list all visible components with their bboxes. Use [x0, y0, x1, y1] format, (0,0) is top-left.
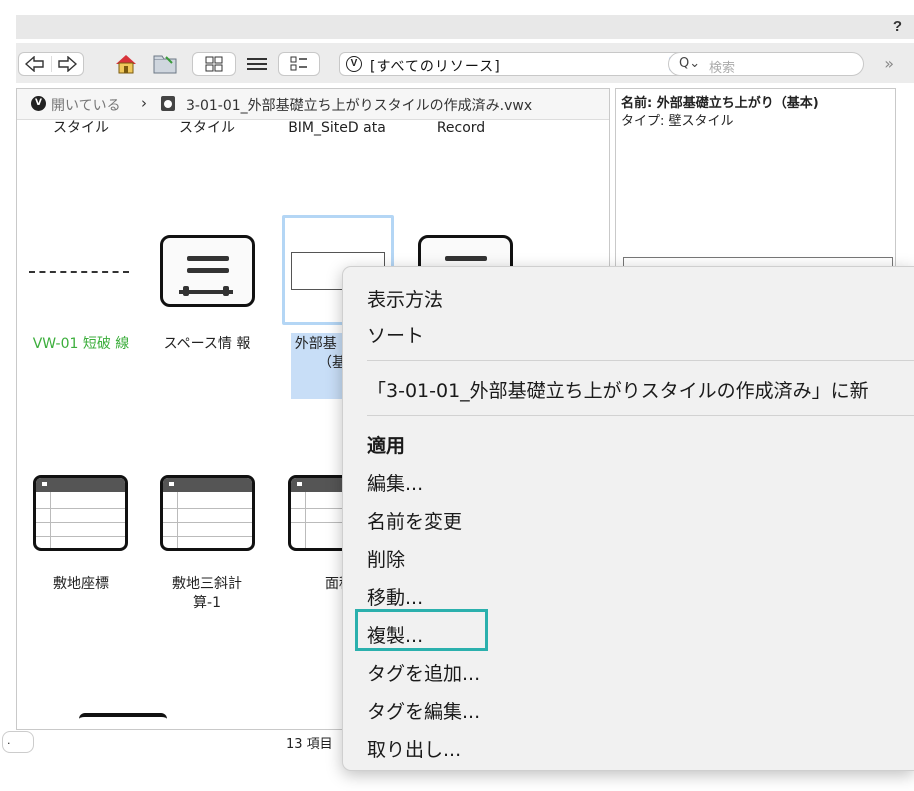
menu-item-delete[interactable]: 削除 — [367, 545, 405, 572]
resource-item[interactable]: スペース情 報 — [157, 335, 257, 354]
status-pill[interactable]: . — [2, 731, 34, 753]
grid-view-icon[interactable] — [192, 52, 236, 76]
item-count: 13 項目 — [286, 737, 333, 752]
document-icon — [161, 96, 175, 111]
worksheet-thumbnail[interactable] — [160, 475, 255, 551]
resource-item[interactable]: VW-01 短破 線 — [31, 335, 131, 354]
breadcrumb-separator: › — [141, 94, 147, 112]
resource-item[interactable]: スタイル — [31, 119, 131, 138]
resource-item[interactable]: BIM_SiteD ata — [279, 119, 395, 138]
dashed-line-preview[interactable] — [29, 271, 129, 273]
resource-type: タイプ: 壁スタイル — [621, 114, 734, 129]
detail-view-icon[interactable] — [278, 52, 320, 76]
context-menu: 表示方法 ソート 「3-01-01_外部基礎立ち上がりスタイルの作成済み」に新 … — [342, 266, 914, 771]
menu-item-move[interactable]: 移動... — [367, 583, 423, 610]
menu-item-apply[interactable]: 適用 — [367, 431, 405, 458]
resource-name: 名前: 外部基礎立ち上がり（基本) — [621, 96, 819, 111]
search-field[interactable]: Q⌄ 検索 — [668, 52, 864, 76]
space-record-thumbnail[interactable] — [160, 235, 255, 307]
vectorworks-logo-icon: V — [346, 56, 362, 72]
search-placeholder: 検索 — [709, 61, 736, 76]
menu-item-edit-tag[interactable]: タグを編集... — [367, 697, 480, 724]
nav-back-forward — [18, 52, 84, 76]
overflow-chevron-icon[interactable]: » — [884, 54, 894, 73]
forward-arrow-icon[interactable] — [50, 56, 84, 72]
select-value: [すべてのリソース] — [370, 59, 501, 75]
menu-item-rename[interactable]: 名前を変更 — [367, 507, 462, 534]
vectorworks-logo-icon: V — [31, 96, 46, 111]
breadcrumb-file[interactable]: 3-01-01_外部基礎立ち上がりスタイルの作成済み.vwx — [186, 95, 532, 115]
resource-thumbnail-partial[interactable] — [79, 713, 167, 729]
breadcrumb: V 開いている › 3-01-01_外部基礎立ち上がりスタイルの作成済み.vwx — [17, 89, 609, 120]
menu-divider — [367, 360, 914, 361]
home-icon[interactable] — [110, 52, 142, 76]
toolbar: V [すべてのリソース] ⇅ Q⌄ 検索 » — [16, 43, 914, 83]
menu-item-new-in[interactable]: 「3-01-01_外部基礎立ち上がりスタイルの作成済み」に新 — [367, 376, 869, 403]
resource-item[interactable]: スタイル — [157, 119, 257, 138]
back-arrow-icon[interactable] — [19, 56, 51, 72]
search-icon[interactable]: Q⌄ — [679, 56, 700, 71]
list-view-icon[interactable] — [242, 52, 272, 76]
menu-item-duplicate[interactable]: 複製... — [367, 621, 423, 648]
breadcrumb-open-files[interactable]: 開いている — [51, 95, 121, 115]
resource-item[interactable]: 敷地三斜計 算-1 — [157, 575, 257, 613]
title-bar: ? — [16, 15, 914, 39]
menu-item-extract[interactable]: 取り出し... — [367, 735, 461, 762]
folder-icon[interactable] — [148, 52, 182, 76]
resource-filter-select[interactable]: V [すべてのリソース] ⇅ — [339, 52, 689, 76]
resource-item[interactable]: 敷地座標 — [31, 575, 131, 594]
menu-item-add-tag[interactable]: タグを追加... — [367, 659, 480, 686]
menu-divider — [367, 415, 914, 416]
resource-item[interactable]: Record — [411, 119, 511, 138]
worksheet-thumbnail[interactable] — [33, 475, 128, 551]
menu-item-edit[interactable]: 編集... — [367, 469, 423, 496]
help-button[interactable]: ? — [893, 18, 902, 35]
menu-item-sort[interactable]: ソート — [367, 321, 424, 348]
menu-item-view[interactable]: 表示方法 — [367, 285, 443, 312]
